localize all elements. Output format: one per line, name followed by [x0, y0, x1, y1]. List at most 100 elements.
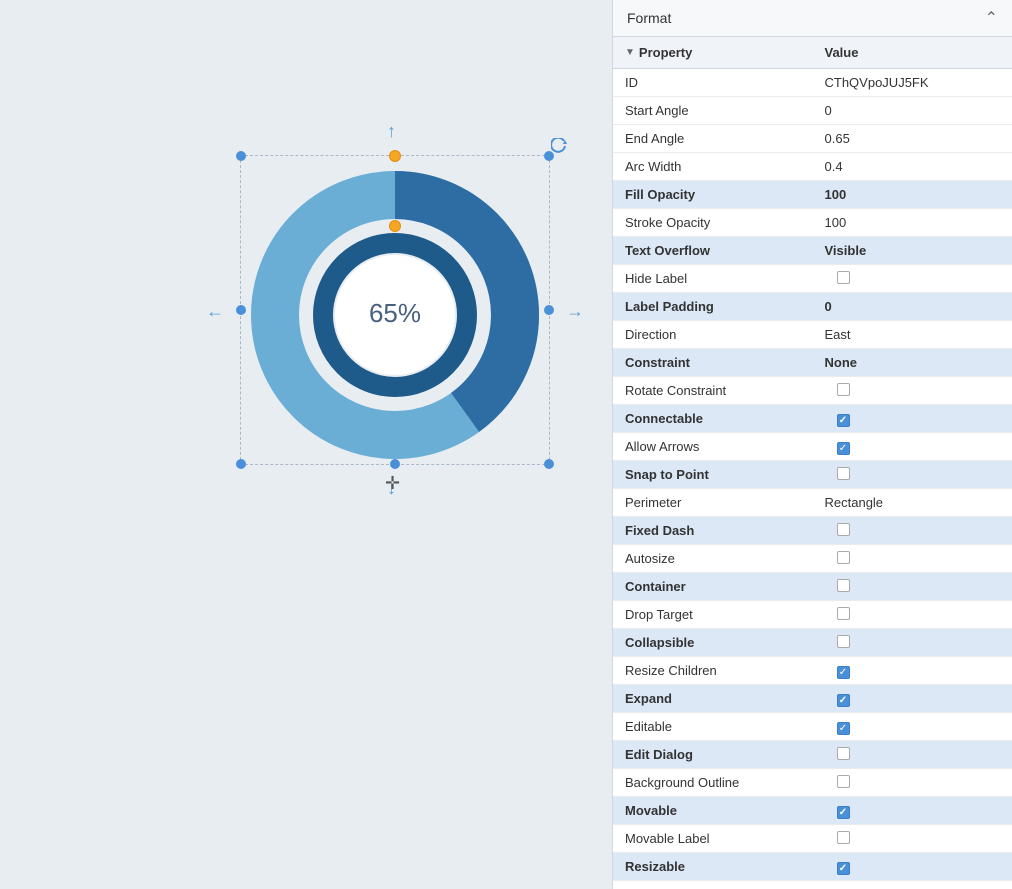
checkbox-unchecked[interactable] — [837, 467, 850, 480]
donut-chart[interactable]: 65% — [250, 170, 540, 460]
table-row[interactable]: Allow Arrows ✓ — [613, 433, 1012, 461]
prop-name: Collapsible — [613, 630, 813, 655]
checkbox-unchecked[interactable] — [837, 635, 850, 648]
orange-handle-top[interactable] — [389, 150, 401, 162]
col-property-header[interactable]: ▼ Property — [613, 37, 813, 68]
table-row[interactable]: Edit Dialog — [613, 741, 1012, 769]
handle-tr[interactable] — [544, 151, 554, 161]
table-row[interactable]: Stroke Opacity100 — [613, 209, 1012, 237]
table-row[interactable]: DirectionEast — [613, 321, 1012, 349]
prop-value — [813, 770, 1012, 796]
prop-value: CThQVpoJUJ5FK — [813, 70, 1012, 95]
prop-value: ✓ — [813, 798, 1012, 824]
checkbox-unchecked[interactable] — [837, 579, 850, 592]
col-value-header: Value — [813, 37, 1012, 68]
prop-name: Rotate Constraint — [613, 378, 813, 403]
canvas-area[interactable]: ↑ ↓ ← → ✛ 65% — [0, 0, 612, 889]
table-row[interactable]: Editable✓ — [613, 713, 1012, 741]
table-row[interactable]: Fixed Dash — [613, 517, 1012, 545]
table-row[interactable]: Snap to Point — [613, 461, 1012, 489]
checkbox-checked[interactable]: ✓ — [837, 442, 850, 455]
table-row[interactable]: Expand ✓ — [613, 685, 1012, 713]
table-row[interactable]: Hide Label — [613, 265, 1012, 293]
table-row[interactable]: Rotate Constraint — [613, 377, 1012, 405]
checkbox-unchecked[interactable] — [837, 271, 850, 284]
table-row[interactable]: Drop Target — [613, 601, 1012, 629]
table-row[interactable]: Label Padding0 — [613, 293, 1012, 321]
handle-bl[interactable] — [236, 459, 246, 469]
prop-value: ✓ — [813, 854, 1012, 880]
rotate-handle[interactable] — [551, 138, 567, 154]
checkbox-checked[interactable]: ✓ — [837, 722, 850, 735]
prop-value: ✓ — [813, 714, 1012, 740]
checkbox-unchecked[interactable] — [837, 747, 850, 760]
chart-label: 65% — [369, 298, 421, 328]
handle-br[interactable] — [544, 459, 554, 469]
table-row[interactable]: Arc Width0.4 — [613, 153, 1012, 181]
prop-name: Perimeter — [613, 490, 813, 515]
table-row[interactable]: ConstraintNone — [613, 349, 1012, 377]
prop-name: Text Overflow — [613, 238, 813, 263]
table-row[interactable]: Start Angle0 — [613, 97, 1012, 125]
arrow-left[interactable]: ← — [206, 301, 224, 322]
table-row[interactable]: Background Outline — [613, 769, 1012, 797]
prop-name: Resize Children — [613, 658, 813, 683]
prop-value: 0 — [813, 98, 1012, 123]
table-row[interactable]: Movable✓ — [613, 797, 1012, 825]
prop-name: Direction — [613, 322, 813, 347]
checkbox-unchecked[interactable] — [837, 775, 850, 788]
table-row[interactable]: PerimeterRectangle — [613, 489, 1012, 517]
checkbox-unchecked[interactable] — [837, 607, 850, 620]
move-cursor: ✛ — [385, 473, 400, 494]
prop-name: Start Angle — [613, 98, 813, 123]
checkbox-checked[interactable]: ✓ — [837, 694, 850, 707]
arrow-right[interactable]: → — [566, 301, 584, 322]
right-panel: Format ⌃ ▼ Property Value IDCThQVpoJUJ5F… — [612, 0, 1012, 889]
panel-header: Format ⌃ — [613, 0, 1012, 37]
prop-value: ✓ — [813, 434, 1012, 460]
checkbox-checked[interactable]: ✓ — [837, 806, 850, 819]
panel-close-button[interactable]: ⌃ — [985, 8, 998, 28]
table-row[interactable]: Resizable✓ — [613, 853, 1012, 881]
checkbox-unchecked[interactable] — [837, 551, 850, 564]
table-row[interactable]: Collapsible — [613, 629, 1012, 657]
handle-bc[interactable] — [390, 459, 400, 469]
prop-value: 0.65 — [813, 126, 1012, 151]
checkbox-checked[interactable]: ✓ — [837, 414, 850, 427]
checkbox-unchecked[interactable] — [837, 831, 850, 844]
checkbox-checked[interactable]: ✓ — [837, 862, 850, 875]
table-row[interactable]: Container — [613, 573, 1012, 601]
prop-name: Allow Arrows — [613, 434, 813, 459]
prop-value — [813, 602, 1012, 628]
table-row[interactable]: Text OverflowVisible — [613, 237, 1012, 265]
checkbox-unchecked[interactable] — [837, 523, 850, 536]
handle-ml[interactable] — [236, 305, 246, 315]
col1-label: Property — [639, 45, 692, 60]
prop-value: Rectangle — [813, 490, 1012, 515]
arrow-top[interactable]: ↑ — [387, 121, 396, 142]
handle-tl[interactable] — [236, 151, 246, 161]
checkbox-unchecked[interactable] — [837, 383, 850, 396]
table-row[interactable]: IDCThQVpoJUJ5FK — [613, 69, 1012, 97]
table-row[interactable]: End Angle0.65 — [613, 125, 1012, 153]
checkbox-checked[interactable]: ✓ — [837, 666, 850, 679]
table-row[interactable]: Fill Opacity100 — [613, 181, 1012, 209]
prop-name: Fixed Dash — [613, 518, 813, 543]
prop-value: ✓ — [813, 406, 1012, 432]
table-row[interactable]: Resize Children ✓ — [613, 657, 1012, 685]
prop-value: 0 — [813, 294, 1012, 319]
prop-name: End Angle — [613, 126, 813, 151]
prop-value — [813, 546, 1012, 572]
properties-table[interactable]: ▼ Property Value IDCThQVpoJUJ5FKStart An… — [613, 37, 1012, 889]
prop-name: Snap to Point — [613, 462, 813, 487]
table-row[interactable]: Movable Label — [613, 825, 1012, 853]
prop-name: Drop Target — [613, 602, 813, 627]
prop-value: East — [813, 322, 1012, 347]
handle-mr[interactable] — [544, 305, 554, 315]
prop-name: Expand — [613, 686, 813, 711]
arrow-bottom[interactable]: ↓ — [387, 478, 396, 499]
handle-tc[interactable] — [390, 151, 400, 161]
table-row[interactable]: Autosize — [613, 545, 1012, 573]
table-row[interactable]: Connectable✓ — [613, 405, 1012, 433]
rows-container: IDCThQVpoJUJ5FKStart Angle0End Angle0.65… — [613, 69, 1012, 881]
